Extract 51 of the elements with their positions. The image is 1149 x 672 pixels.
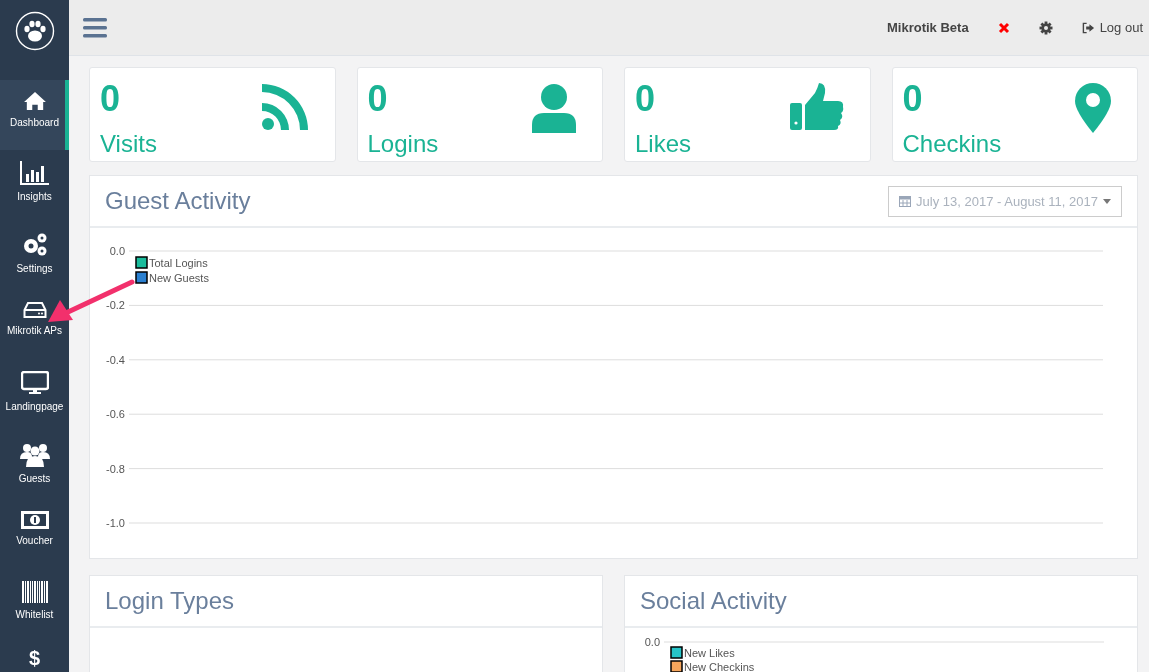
hard-drive-icon [22,301,47,319]
nav-item[interactable]: Insights [0,150,69,220]
stat-value: 0 [367,78,389,120]
panel-title: Login Types [105,587,234,615]
nav-item[interactable]: Mikrotik APs [0,290,69,360]
legend-label: Total Logins [149,257,208,269]
thumbs-up-icon [789,83,844,131]
legend-label: New Guests [149,272,209,284]
legend-label: New Likes [684,647,735,659]
stat-label: Visits [100,130,157,158]
rss-icon [260,83,309,131]
menu-icon[interactable] [83,17,107,38]
home-icon [22,91,47,111]
axis-tick-label: -0.6 [106,408,125,421]
nav-item[interactable]: Voucher [0,500,69,570]
account-name: Mikrotik Beta [887,20,969,35]
logout-link[interactable]: Log out [1081,20,1143,35]
banknote-icon [20,511,49,529]
monitor-icon [20,371,49,395]
panel-title: Guest Activity [105,187,251,215]
paw-logo-icon[interactable] [14,11,55,51]
nav-item[interactable]: Guests [0,430,69,500]
nav-item[interactable]: $ [0,640,69,672]
stat-label: Likes [635,130,692,158]
axis-tick-label: -0.8 [106,462,125,475]
people-icon [19,441,50,467]
axis-tick-label: 0.0 [644,636,660,648]
bar-chart-icon [19,161,50,185]
axis-tick-label: -1.0 [106,517,125,529]
barcode-icon [21,581,48,603]
nav-item[interactable]: Dashboard [0,80,69,150]
user-icon [532,83,576,133]
axis-tick-label: -0.2 [106,299,125,312]
stat-value: 0 [902,78,924,120]
nav-item[interactable]: Landingpage [0,360,69,430]
sign-out-icon [1081,21,1095,34]
map-pin-icon [1075,83,1111,133]
legend-label: New Checkins [684,661,755,672]
caret-icon [1103,198,1111,204]
calendar-icon [899,195,912,207]
axis-tick-label: -0.4 [106,353,125,366]
stat-label: Checkins [902,130,1002,158]
nav-item[interactable]: Settings [0,220,69,290]
stat-label: Logins [367,130,439,158]
stat-value: 0 [100,78,122,120]
close-icon[interactable] [997,21,1010,34]
panel-title: Social Activity [640,587,787,615]
nav-item[interactable]: Whitelist [0,570,69,640]
axis-tick-label: 0.0 [109,245,125,257]
settings-icon[interactable] [1038,20,1053,35]
stat-value: 0 [635,78,657,120]
